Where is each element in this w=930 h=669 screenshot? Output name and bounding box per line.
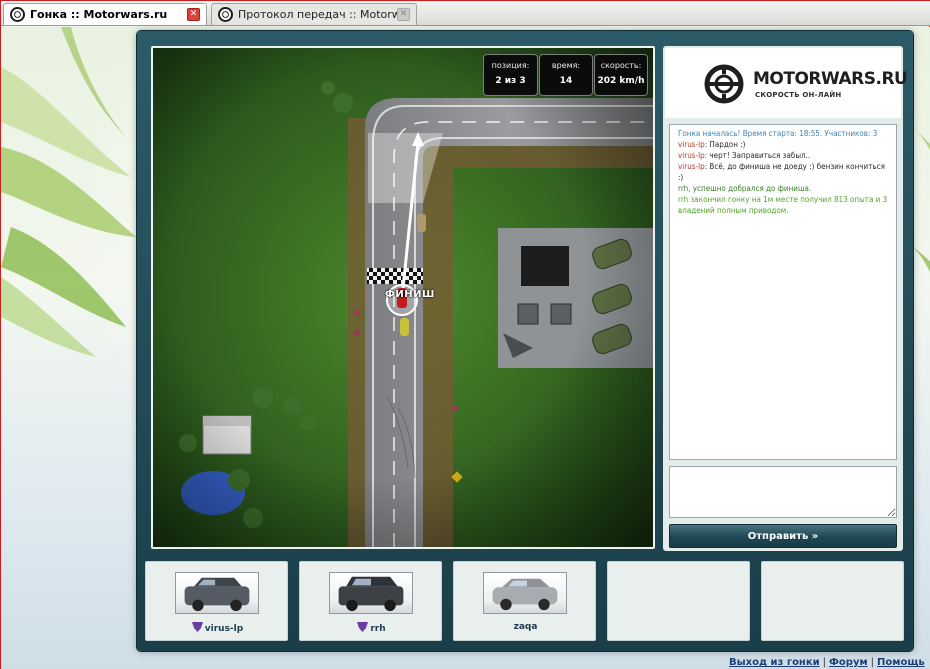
chat-input[interactable]: [669, 466, 897, 518]
chat-log[interactable]: Гонка началась! Время старта: 18:55. Уча…: [669, 124, 897, 460]
chat-text: Всё, до финиша не доеду :) бензин кончит…: [678, 162, 885, 182]
player-name: virus-lp: [204, 624, 244, 634]
chat-message: rrh закончил гонку на 1м месте получил 8…: [678, 195, 888, 215]
logo-slogan: СКОРОСТЬ ОН-ЛАЙН: [755, 91, 842, 99]
position-label: позиция:: [491, 61, 530, 70]
player-car-image: [329, 572, 413, 614]
side-panel: MOTORWARS.RU СКОРОСТЬ ОН-ЛАЙН Гонка нача…: [663, 46, 908, 551]
exit-race-link[interactable]: Выход из гонки: [729, 657, 820, 668]
help-link[interactable]: Помощь: [877, 657, 925, 668]
player-name: rrh: [370, 624, 386, 634]
player-card-empty: [761, 561, 904, 641]
player-card[interactable]: zaqa: [453, 561, 596, 641]
hud-position: позиция: 2 из 3: [483, 54, 538, 96]
player-name-row: rrh: [300, 622, 443, 634]
chat-nick[interactable]: virus-lp:: [678, 140, 707, 149]
chat-nick[interactable]: rrh,: [678, 184, 690, 193]
player-name-row: virus-lp: [146, 622, 289, 634]
player-car-image: [483, 572, 567, 614]
chat-nick[interactable]: virus-lp:: [678, 151, 707, 160]
chat-text: черт! Заправиться забыл..: [709, 151, 811, 160]
player-car-image: [175, 572, 259, 614]
tab-race[interactable]: Гонка :: Motorwars.ru ✕: [3, 3, 207, 25]
decorative-leaves-right: [913, 127, 930, 273]
position-value: 2 из 3: [495, 76, 526, 86]
close-tab-icon[interactable]: ✕: [397, 8, 410, 21]
race-map-container: позиция: 2 из 3 время: 14 скорость: 202 …: [151, 46, 655, 549]
logo-name: MOTORWARS.RU: [753, 69, 908, 89]
tab-transmission-log[interactable]: Протокол передач :: Motorwars.ru ✕: [211, 3, 417, 25]
clan-emblem-icon: [191, 622, 203, 632]
clan-emblem-icon: [357, 622, 369, 632]
close-tab-icon[interactable]: ✕: [187, 8, 200, 21]
footer-links: Выход из гонки | Форум | Помощь: [729, 657, 925, 668]
time-label: время:: [551, 61, 581, 70]
speed-value: 202 km/h: [597, 76, 645, 86]
player-card[interactable]: virus-lp: [145, 561, 288, 641]
forum-link[interactable]: Форум: [829, 657, 868, 668]
speed-label: скорость:: [600, 61, 642, 70]
separator: |: [870, 657, 875, 668]
send-button[interactable]: Отправить »: [669, 524, 897, 548]
separator: |: [822, 657, 827, 668]
chat-message: Гонка началась! Время старта: 18:55. Уча…: [678, 129, 878, 138]
motorwars-favicon-icon: [10, 7, 25, 22]
player-name-row: zaqa: [454, 622, 597, 632]
decorative-leaves-left: [1, 27, 136, 357]
hud-time: время: 14: [539, 54, 593, 96]
chat-message: rrh, успешно добрался до финиша.: [678, 183, 890, 194]
tab-title: Гонка :: Motorwars.ru: [30, 8, 168, 21]
hud-speed: скорость: 202 km/h: [594, 54, 648, 96]
chat-message: virus-lp: Пардон :): [678, 139, 890, 150]
time-value: 14: [559, 76, 573, 86]
tab-title: Протокол передач :: Motorwars.ru: [238, 8, 397, 21]
motorwars-logo-icon: [704, 64, 744, 104]
finish-line-label: ФИНИШ: [385, 289, 435, 300]
player-name: zaqa: [513, 622, 538, 632]
logo[interactable]: MOTORWARS.RU СКОРОСТЬ ОН-ЛАЙН: [665, 48, 908, 118]
chat-nick[interactable]: virus-lp:: [678, 162, 707, 171]
player-card-empty: [607, 561, 750, 641]
motorwars-favicon-icon: [218, 7, 233, 22]
browser-tab-strip: Гонка :: Motorwars.ru ✕ Протокол передач…: [1, 1, 930, 26]
chat-text: успешно добрался до финиша.: [692, 184, 812, 193]
chat-message: virus-lp: черт! Заправиться забыл..: [678, 150, 890, 161]
chat-message: virus-lp: Всё, до финиша не доеду :) бен…: [678, 161, 890, 183]
race-map[interactable]: позиция: 2 из 3 время: 14 скорость: 202 …: [153, 48, 653, 547]
chat-text: Пардон :): [709, 140, 746, 149]
player-card[interactable]: rrh: [299, 561, 442, 641]
